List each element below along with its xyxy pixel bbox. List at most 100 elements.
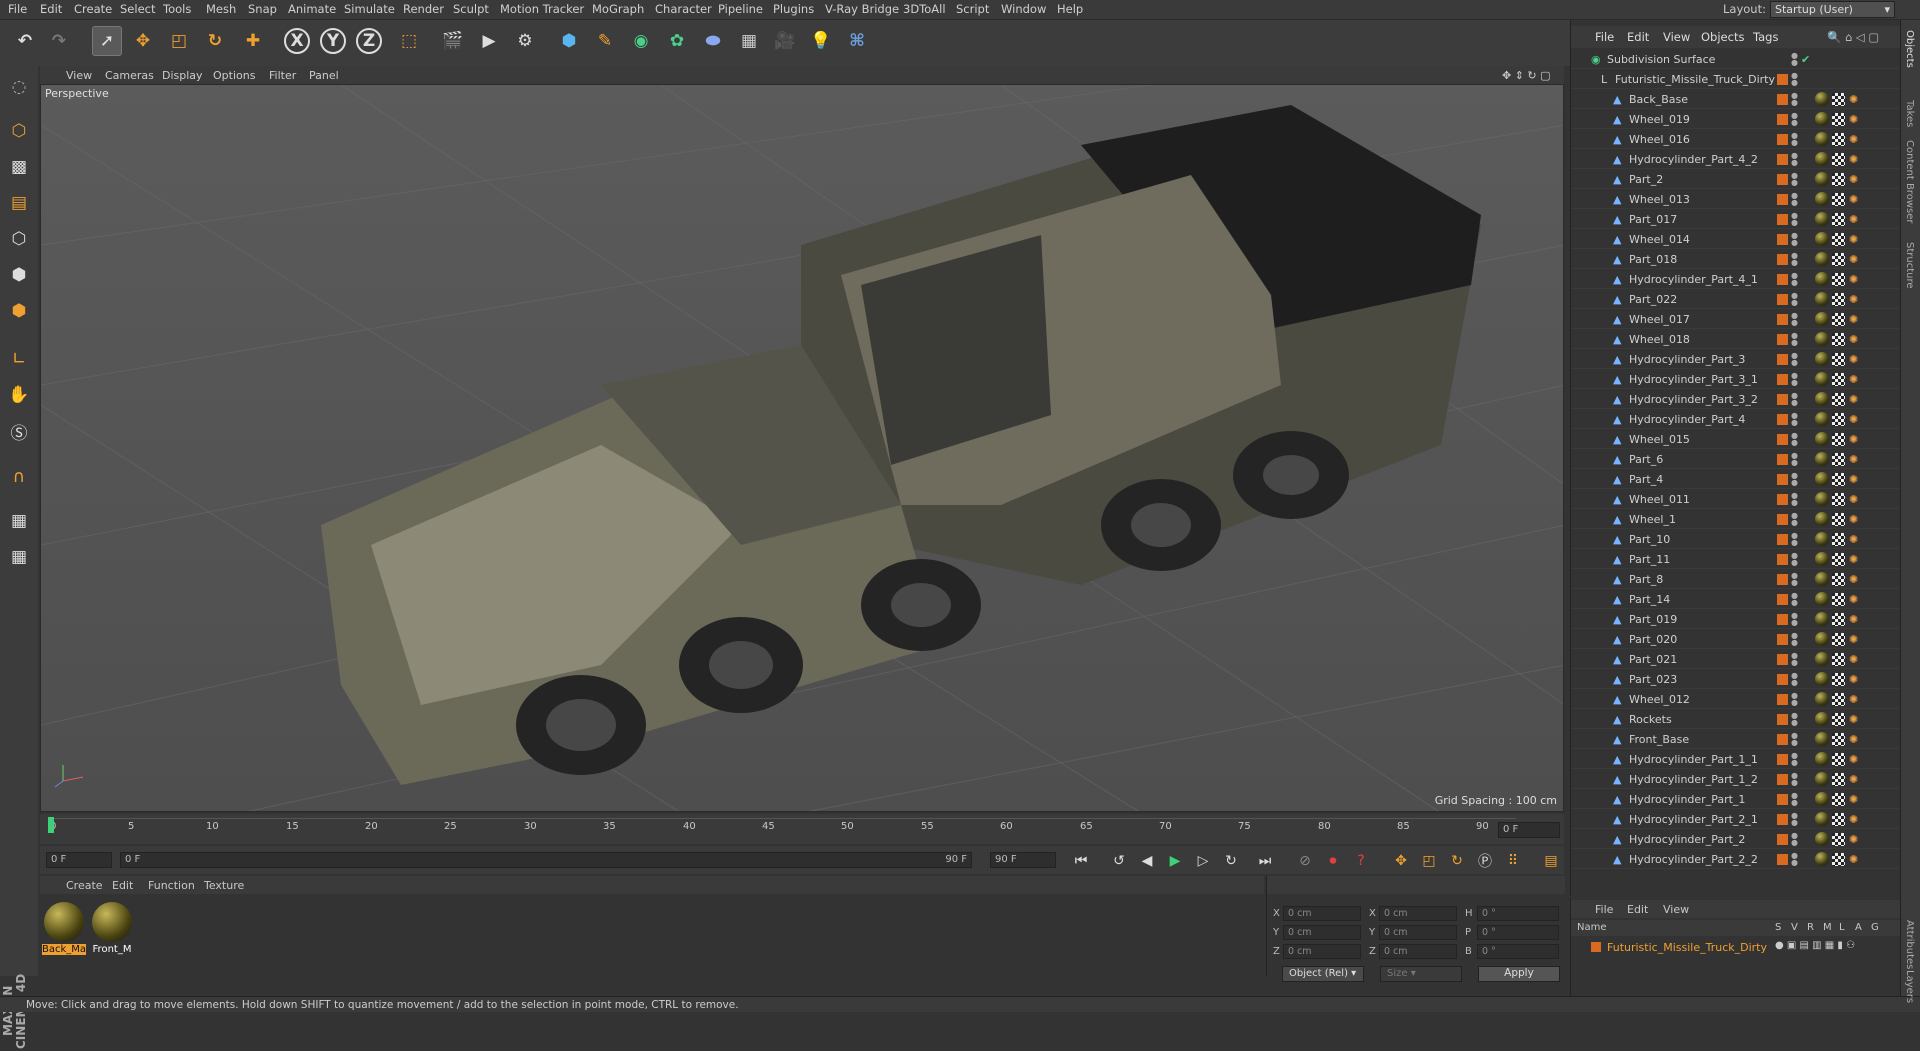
workplane-icon[interactable]: ▤ bbox=[4, 188, 34, 218]
visibility-dots[interactable]: ● ● bbox=[1791, 232, 1799, 247]
material-tag-icon[interactable] bbox=[1815, 752, 1829, 766]
texture-tag-icon[interactable] bbox=[1832, 533, 1845, 546]
material-tag-icon[interactable] bbox=[1815, 832, 1829, 846]
phong-tag-icon[interactable]: ✺ bbox=[1849, 233, 1861, 246]
layer-color-swatch[interactable] bbox=[1777, 574, 1788, 585]
object-menu-objects[interactable]: Objects bbox=[1701, 30, 1744, 44]
locked-workplane-icon[interactable]: ▦ bbox=[4, 506, 34, 536]
texture-tag-icon[interactable] bbox=[1832, 733, 1845, 746]
rot-h-field[interactable]: 0 ° bbox=[1477, 906, 1559, 921]
undo-icon[interactable]: ↶ bbox=[10, 26, 40, 56]
visibility-dots[interactable]: ● ● bbox=[1791, 812, 1799, 827]
object-row[interactable]: ▲ Rockets ● ● ✺ bbox=[1571, 710, 1901, 729]
layer-color-swatch[interactable] bbox=[1777, 114, 1788, 125]
visibility-dots[interactable]: ● ● bbox=[1791, 612, 1799, 627]
layer-color-swatch[interactable] bbox=[1777, 314, 1788, 325]
phong-tag-icon[interactable]: ✺ bbox=[1849, 373, 1861, 386]
layer-color-swatch[interactable] bbox=[1777, 94, 1788, 105]
visibility-dots[interactable]: ● ● bbox=[1791, 432, 1799, 447]
phong-tag-icon[interactable]: ✺ bbox=[1849, 713, 1861, 726]
subdivision-icon[interactable]: ◉ bbox=[626, 26, 656, 56]
material-tag-icon[interactable] bbox=[1815, 312, 1829, 326]
texture-tag-icon[interactable] bbox=[1832, 513, 1845, 526]
layer-color-swatch[interactable] bbox=[1777, 614, 1788, 625]
layer-color-swatch[interactable] bbox=[1777, 754, 1788, 765]
size-mode-dropdown[interactable]: Size ▾ bbox=[1380, 966, 1462, 982]
phong-tag-icon[interactable]: ✺ bbox=[1849, 653, 1861, 666]
phong-tag-icon[interactable]: ✺ bbox=[1849, 253, 1861, 266]
floor-icon[interactable]: ▦ bbox=[734, 26, 764, 56]
texture-tag-icon[interactable] bbox=[1832, 753, 1845, 766]
object-row[interactable]: ▲ Wheel_014 ● ● ✺ bbox=[1571, 230, 1901, 249]
layer-color-swatch[interactable] bbox=[1777, 334, 1788, 345]
phong-tag-icon[interactable]: ✺ bbox=[1849, 213, 1861, 226]
texture-tag-icon[interactable] bbox=[1832, 553, 1845, 566]
object-row[interactable]: ▲ Hydrocylinder_Part_2 ● ● ✺ bbox=[1571, 830, 1901, 849]
object-row[interactable]: ▲ Wheel_016 ● ● ✺ bbox=[1571, 130, 1901, 149]
model-mode-icon[interactable]: ⬡ bbox=[4, 116, 34, 146]
menu-motion-tracker[interactable]: Motion Tracker bbox=[500, 2, 584, 16]
material-menu-function[interactable]: Function bbox=[148, 879, 195, 892]
viewport-menu-display[interactable]: Display bbox=[162, 69, 203, 82]
timeline-window-icon[interactable]: ▤ bbox=[1540, 850, 1562, 872]
texture-tag-icon[interactable] bbox=[1832, 433, 1845, 446]
visibility-dots[interactable]: ● ● bbox=[1791, 652, 1799, 667]
phong-tag-icon[interactable]: ✺ bbox=[1849, 313, 1861, 326]
phong-tag-icon[interactable]: ✺ bbox=[1849, 113, 1861, 126]
material-swatch[interactable]: Back_Ma bbox=[42, 902, 86, 958]
object-row[interactable]: ▲ Part_018 ● ● ✺ bbox=[1571, 250, 1901, 269]
python-icon[interactable]: ⌘ bbox=[842, 26, 872, 56]
phong-tag-icon[interactable]: ✺ bbox=[1849, 173, 1861, 186]
object-menu-edit[interactable]: Edit bbox=[1627, 30, 1649, 44]
menu-select[interactable]: Select bbox=[120, 2, 155, 16]
start-frame-field[interactable]: 0 F bbox=[46, 852, 112, 868]
menu-simulate[interactable]: Simulate bbox=[344, 2, 395, 16]
phong-tag-icon[interactable]: ✺ bbox=[1849, 773, 1861, 786]
material-tag-icon[interactable] bbox=[1815, 492, 1829, 506]
axis-icon[interactable]: ∟ bbox=[4, 344, 34, 374]
magnet-icon[interactable]: ∩ bbox=[4, 462, 34, 492]
texture-tag-icon[interactable] bbox=[1832, 113, 1845, 126]
redo-icon[interactable]: ↷ bbox=[44, 26, 74, 56]
planar-workplane-icon[interactable]: ▦ bbox=[4, 542, 34, 572]
layer-color-swatch[interactable] bbox=[1777, 794, 1788, 805]
layer-color-swatch[interactable] bbox=[1777, 454, 1788, 465]
material-tag-icon[interactable] bbox=[1815, 532, 1829, 546]
viewport-menu-panel[interactable]: Panel bbox=[309, 69, 339, 82]
material-menu-texture[interactable]: Texture bbox=[204, 879, 244, 892]
viewport-nav-icons[interactable]: ✥ ⇕ ↻ ▢ bbox=[1502, 69, 1551, 82]
layer-color-swatch[interactable] bbox=[1777, 214, 1788, 225]
phong-tag-icon[interactable]: ✺ bbox=[1849, 193, 1861, 206]
layer-color-swatch[interactable] bbox=[1777, 254, 1788, 265]
material-tag-icon[interactable] bbox=[1815, 612, 1829, 626]
keyframe-help-icon[interactable]: ? bbox=[1350, 850, 1372, 872]
coordinate-system-icon[interactable]: ⬚ bbox=[394, 26, 424, 56]
layer-color-swatch[interactable] bbox=[1777, 414, 1788, 425]
phong-tag-icon[interactable]: ✺ bbox=[1849, 513, 1861, 526]
phong-tag-icon[interactable]: ✺ bbox=[1849, 333, 1861, 346]
layer-color-swatch[interactable] bbox=[1777, 434, 1788, 445]
layer-color-swatch[interactable] bbox=[1777, 694, 1788, 705]
tab-takes[interactable]: Takes bbox=[1904, 100, 1915, 127]
phong-tag-icon[interactable]: ✺ bbox=[1849, 633, 1861, 646]
texture-tag-icon[interactable] bbox=[1832, 313, 1845, 326]
go-to-start-icon[interactable]: ⏮ bbox=[1070, 850, 1092, 872]
material-tag-icon[interactable] bbox=[1815, 672, 1829, 686]
material-tag-icon[interactable] bbox=[1815, 652, 1829, 666]
menu-vray-bridge[interactable]: V-Ray Bridge bbox=[825, 2, 899, 16]
material-tag-icon[interactable] bbox=[1815, 632, 1829, 646]
key-scale-icon[interactable]: ◰ bbox=[1418, 850, 1440, 872]
texture-tag-icon[interactable] bbox=[1832, 93, 1845, 106]
move-icon[interactable]: ✥ bbox=[128, 26, 158, 56]
layout-dropdown[interactable]: Startup (User) ▾ bbox=[1770, 1, 1895, 18]
snap-icon[interactable]: Ⓢ bbox=[4, 416, 34, 446]
texture-tag-icon[interactable] bbox=[1832, 273, 1845, 286]
menu-plugins[interactable]: Plugins bbox=[773, 2, 814, 16]
key-pla-icon[interactable]: ⠿ bbox=[1502, 850, 1524, 872]
scale-icon[interactable]: ◰ bbox=[164, 26, 194, 56]
visibility-dots[interactable]: ● ● bbox=[1791, 452, 1799, 467]
texture-tag-icon[interactable] bbox=[1832, 633, 1845, 646]
object-row[interactable]: ▲ Part_8 ● ● ✺ bbox=[1571, 570, 1901, 589]
visibility-dots[interactable]: ● ● bbox=[1791, 472, 1799, 487]
object-row[interactable]: ▲ Wheel_011 ● ● ✺ bbox=[1571, 490, 1901, 509]
